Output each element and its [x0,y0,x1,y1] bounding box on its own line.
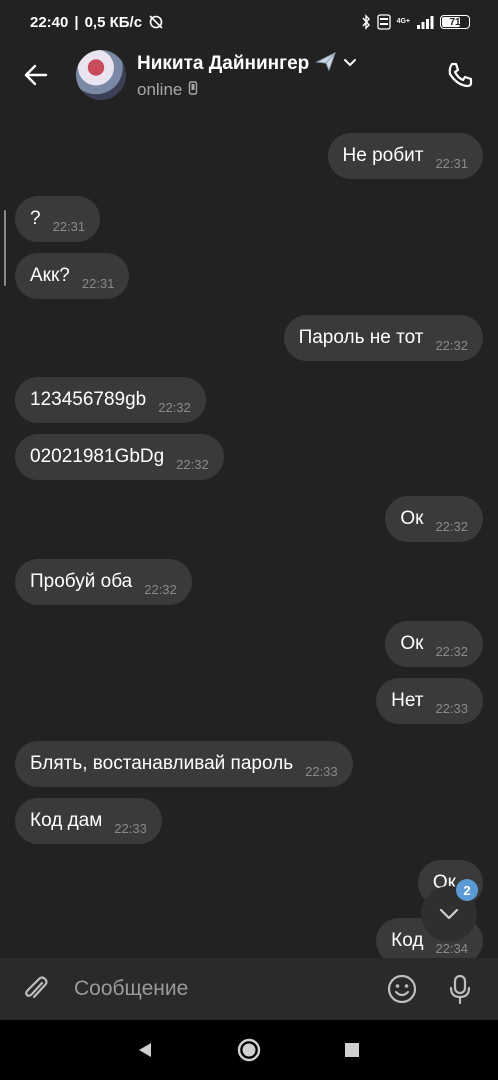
network-type-top: 4G+ [396,18,410,25]
incoming-message[interactable]: ? 22:31 [15,196,101,242]
triangle-back-icon [139,1043,151,1057]
outgoing-message[interactable]: Нет 22:33 [376,678,483,724]
attach-button[interactable] [16,969,56,1009]
nav-home-button[interactable] [234,1035,264,1065]
chat-title[interactable]: Никита Дайнингер online [137,50,357,100]
composer [0,958,498,1020]
incoming-message[interactable]: Акк? 22:31 [15,253,130,299]
selection-indicator [4,210,6,286]
message-time: 22:33 [114,820,147,836]
message-text: Акк? [30,265,70,286]
arrow-left-icon [24,64,48,86]
paperclip-icon [25,976,48,999]
square-recents-icon [345,1043,359,1057]
message-input[interactable] [72,976,382,1002]
airplane-icon [315,50,337,77]
alarm-off-icon [148,14,164,30]
presence-status: online [137,80,183,99]
incoming-message[interactable]: 02021981GbDg 22:32 [15,434,224,480]
incoming-message[interactable]: Код дам 22:33 [15,798,162,844]
battery-icon: 71 [440,15,470,29]
message-time: 22:34 [435,940,468,956]
message-text: Код [391,930,424,951]
status-bar: 22:40 | 0,5 КБ/с 4G+ 71 [0,0,498,44]
message-text: Пароль не тот [298,327,424,348]
status-left: 22:40 | 0,5 КБ/с [30,14,164,31]
message-text: 02021981GbDg [30,446,165,467]
bluetooth-icon [361,14,371,30]
message-text: Ок [400,633,424,654]
message-time: 22:31 [81,275,115,291]
outgoing-message[interactable]: Ок 22:32 [385,496,483,542]
circle-home-icon [237,1038,261,1062]
emoji-button[interactable] [382,969,422,1009]
message-time: 22:32 [158,399,191,415]
contact-name: Никита Дайнингер [137,52,310,74]
outgoing-message[interactable]: Пароль не тот 22:32 [283,315,483,361]
network-speed: 0,5 КБ/с [84,13,143,31]
chevron-down-icon[interactable] [343,55,357,73]
presence-row: online [137,80,357,100]
phone-icon [448,62,473,88]
message-time: 22:31 [435,155,468,171]
voice-message-button[interactable] [440,969,480,1009]
smile-icon [387,974,417,1004]
message-time: 22:33 [435,700,468,716]
incoming-message[interactable]: 123456789gb 22:32 [15,377,206,423]
call-button[interactable] [440,55,480,95]
message-time: 22:32 [176,456,209,472]
message-text: Нет [391,690,424,711]
microphone-icon [449,974,471,1005]
nav-recents-button[interactable] [337,1035,367,1065]
message-time: 22:32 [435,643,468,659]
status-separator: | [74,13,79,31]
signal-icon [416,15,434,29]
message-time: 22:31 [52,218,86,234]
message-time: 22:32 [435,518,468,534]
message-text: Блять, востанавливай пароль [30,753,294,774]
incoming-message[interactable]: Пробуй оба 22:32 [15,559,192,605]
mobile-device-icon [188,80,198,100]
outgoing-message[interactable]: Не робит 22:31 [327,133,483,179]
message-text: Не робит [342,145,424,166]
chevron-down-icon [439,908,459,920]
message-text: Код дам [30,810,103,831]
nav-back-button[interactable] [130,1035,160,1065]
message-time: 22:32 [435,337,468,353]
message-text: Ок [400,508,424,529]
volte-icon [376,14,391,30]
status-time: 22:40 [30,13,69,31]
incoming-message[interactable]: Блять, востанавливай пароль 22:33 [15,741,353,787]
network-type: 4G+ [397,18,410,26]
battery-level: 71 [449,16,461,28]
message-text: 123456789gb [30,389,147,410]
chat-header: Никита Дайнингер online [0,44,498,106]
unread-count-badge: 2 [456,879,478,901]
avatar[interactable] [76,50,126,100]
message-time: 22:32 [144,581,177,597]
message-text: ? [30,208,41,229]
status-right: 4G+ 71 [361,14,470,30]
contact-name-row: Никита Дайнингер [137,50,357,77]
chat-screen: 22:40 | 0,5 КБ/с 4G+ 71 Никита Дайнингер… [0,0,498,1080]
message-text: Пробуй оба [30,571,133,592]
message-list[interactable]: 22:30 Не робит22:31?22:31Акк?22:31Пароль… [0,96,498,958]
back-button[interactable] [16,55,56,95]
message-time: 22:33 [305,763,338,779]
outgoing-message[interactable]: Ок 22:32 [385,621,483,667]
